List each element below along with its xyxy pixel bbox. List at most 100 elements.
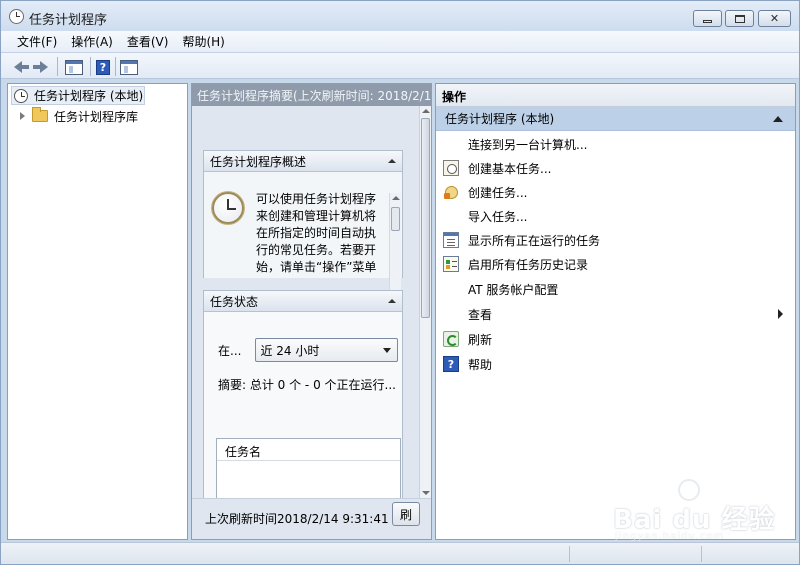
column-header-task-name[interactable]: 任务名 bbox=[217, 439, 400, 461]
scroll-thumb[interactable] bbox=[391, 207, 400, 231]
submenu-arrow-icon bbox=[778, 309, 783, 319]
toolbar-separator bbox=[57, 57, 58, 76]
action-label: 导入任务... bbox=[468, 209, 528, 224]
clock-icon bbox=[212, 192, 244, 224]
running-tasks-icon bbox=[443, 232, 459, 248]
summary-pane: 任务计划程序摘要(上次刷新时间: 2018/2/14 任务计划程序概述 可以使用… bbox=[191, 83, 432, 540]
menu-action[interactable]: 操作(A) bbox=[65, 33, 119, 50]
menu-help[interactable]: 帮助(H) bbox=[176, 33, 230, 50]
menu-file[interactable]: 文件(F) bbox=[11, 33, 63, 50]
overview-scrollbar[interactable] bbox=[389, 193, 401, 299]
overview-section-header[interactable]: 任务计划程序概述 bbox=[204, 151, 402, 172]
baidu-watermark: Bai du 经验 jingyan.baidu.com bbox=[613, 479, 775, 549]
toolbar: ? bbox=[1, 53, 799, 79]
status-filter-label: 在... bbox=[218, 343, 242, 358]
action-connect-computer[interactable]: 连接到另一台计算机... bbox=[436, 132, 795, 156]
actions-title: 操作 bbox=[436, 84, 795, 107]
overview-text: 可以使用任务计划程序来创建和管理计算机将在所指定的时间自动执行的常见任务。若要开… bbox=[256, 192, 377, 274]
tree-item-label: 任务计划程序库 bbox=[54, 109, 139, 124]
overview-title: 任务计划程序概述 bbox=[210, 154, 307, 169]
menu-view[interactable]: 查看(V) bbox=[121, 33, 175, 50]
show-action-pane-button[interactable] bbox=[118, 57, 140, 77]
folder-icon bbox=[32, 107, 48, 122]
action-pane-icon bbox=[120, 59, 138, 75]
collapse-icon[interactable] bbox=[388, 159, 396, 163]
help-icon: ? bbox=[443, 356, 459, 372]
collapse-icon[interactable] bbox=[773, 115, 783, 122]
summary-header: 任务计划程序摘要(上次刷新时间: 2018/2/14 bbox=[192, 84, 431, 106]
action-refresh[interactable]: 刷新 bbox=[436, 327, 795, 351]
scroll-thumb[interactable] bbox=[421, 118, 430, 318]
time-range-value: 近 24 小时 bbox=[260, 343, 320, 358]
show-console-tree-button[interactable] bbox=[63, 57, 85, 77]
scroll-down-icon[interactable] bbox=[422, 491, 430, 495]
refresh-button[interactable]: 刷 bbox=[392, 502, 420, 526]
action-label: 刷新 bbox=[468, 332, 493, 347]
action-create-basic-task[interactable]: 创建基本任务... bbox=[436, 156, 795, 180]
status-bar-separator bbox=[569, 546, 570, 562]
action-show-running-tasks[interactable]: 显示所有正在运行的任务 bbox=[436, 228, 795, 252]
action-import-task[interactable]: 导入任务... bbox=[436, 204, 795, 228]
task-status-section-header[interactable]: 任务状态 bbox=[204, 291, 402, 312]
help-toolbar-button[interactable]: ? bbox=[95, 57, 111, 77]
console-tree: 任务计划程序 (本地) 任务计划程序库 bbox=[7, 83, 188, 540]
summary-footer: 上次刷新时间2018/2/14 9:31:41 刷 bbox=[192, 498, 431, 539]
action-label: 连接到另一台计算机... bbox=[468, 137, 588, 152]
menu-bar: 文件(F) 操作(A) 查看(V) 帮助(H) bbox=[1, 31, 799, 53]
create-task-icon bbox=[443, 184, 459, 200]
action-view[interactable]: 查看 bbox=[436, 302, 795, 326]
toolbar-separator bbox=[90, 57, 91, 76]
task-status-section: 任务状态 在... 近 24 小时 摘要: 总计 0 个 - 0 个正在运行..… bbox=[203, 290, 403, 522]
collapse-icon[interactable] bbox=[388, 299, 396, 303]
task-status-title: 任务状态 bbox=[210, 294, 259, 309]
status-filter-row: 在... 近 24 小时 bbox=[218, 338, 399, 362]
action-label: AT 服务帐户配置 bbox=[468, 282, 559, 297]
tree-item-library[interactable]: 任务计划程序库 bbox=[20, 107, 138, 125]
action-create-task[interactable]: 创建任务... bbox=[436, 180, 795, 204]
forward-arrow-icon bbox=[33, 61, 48, 73]
action-label: 查看 bbox=[468, 307, 493, 322]
actions-group-header[interactable]: 任务计划程序 (本地) bbox=[436, 107, 795, 131]
actions-pane: 操作 任务计划程序 (本地) 连接到另一台计算机... 创建基本任务... 创建… bbox=[435, 83, 796, 540]
clock-app-icon bbox=[9, 9, 24, 24]
action-label: 创建基本任务... bbox=[468, 161, 552, 176]
title-bar: 任务计划程序 ✕ bbox=[1, 1, 799, 31]
basic-task-icon bbox=[443, 160, 459, 176]
chevron-down-icon bbox=[383, 347, 392, 353]
action-label: 创建任务... bbox=[468, 185, 528, 200]
scroll-up-icon[interactable] bbox=[392, 196, 400, 200]
action-help[interactable]: ? 帮助 bbox=[436, 352, 795, 376]
action-at-service-config[interactable]: AT 服务帐户配置 bbox=[436, 277, 795, 301]
task-scheduler-window: 任务计划程序 ✕ 文件(F) 操作(A) 查看(V) 帮助(H) ? 任务计划程… bbox=[0, 0, 800, 565]
back-button[interactable] bbox=[9, 57, 29, 77]
summary-scrollbar[interactable] bbox=[419, 106, 431, 498]
actions-group-label: 任务计划程序 (本地) bbox=[445, 112, 555, 126]
action-enable-history[interactable]: 启用所有任务历史记录 bbox=[436, 252, 795, 276]
history-icon bbox=[443, 256, 459, 272]
toolbar-separator bbox=[115, 57, 116, 76]
overview-body: 可以使用任务计划程序来创建和管理计算机将在所指定的时间自动执行的常见任务。若要开… bbox=[204, 172, 402, 299]
action-label: 显示所有正在运行的任务 bbox=[468, 233, 601, 248]
maximize-button[interactable] bbox=[725, 10, 754, 27]
scroll-up-icon[interactable] bbox=[422, 109, 430, 113]
help-icon: ? bbox=[96, 59, 110, 75]
tree-item-label: 任务计划程序 (本地) bbox=[34, 89, 144, 103]
minimize-button[interactable] bbox=[693, 10, 722, 27]
console-tree-icon bbox=[65, 59, 83, 75]
summary-body: 任务计划程序概述 可以使用任务计划程序来创建和管理计算机将在所指定的时间自动执行… bbox=[192, 106, 419, 522]
time-range-select[interactable]: 近 24 小时 bbox=[255, 338, 399, 362]
overview-section: 任务计划程序概述 可以使用任务计划程序来创建和管理计算机将在所指定的时间自动执行… bbox=[203, 150, 403, 299]
action-label: 启用所有任务历史记录 bbox=[468, 257, 589, 272]
close-button[interactable]: ✕ bbox=[758, 10, 791, 27]
last-refresh-text: 上次刷新时间2018/2/14 9:31:41 bbox=[205, 512, 389, 526]
forward-button[interactable] bbox=[32, 57, 50, 77]
status-summary: 摘要: 总计 0 个 - 0 个正在运行... bbox=[218, 378, 396, 392]
refresh-icon bbox=[443, 331, 459, 347]
paw-logo-icon bbox=[678, 479, 700, 501]
action-label: 帮助 bbox=[468, 357, 493, 372]
expand-arrow-icon[interactable] bbox=[20, 112, 25, 120]
window-title: 任务计划程序 bbox=[29, 13, 108, 28]
clock-icon bbox=[14, 88, 28, 103]
watermark-subtext: jingyan.baidu.com bbox=[615, 531, 725, 542]
tree-item-root[interactable]: 任务计划程序 (本地) bbox=[11, 86, 145, 105]
